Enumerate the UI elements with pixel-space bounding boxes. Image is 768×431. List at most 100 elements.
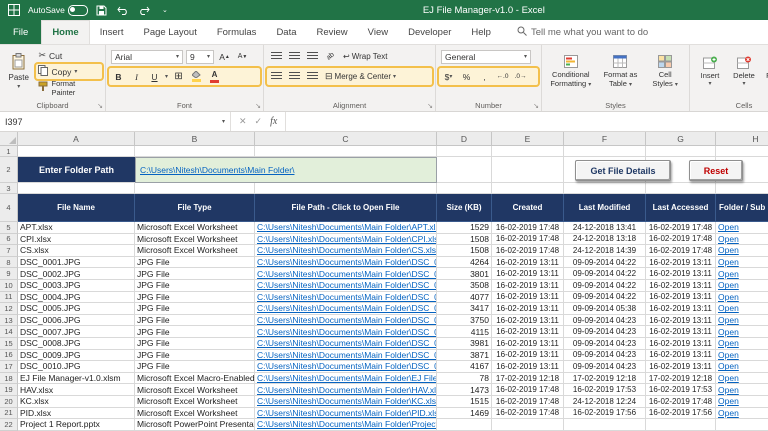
cell-last-accessed[interactable]: 16-02-2019 13:11	[646, 291, 716, 304]
cell-file-name[interactable]: DSC_0009.JPG	[18, 349, 135, 362]
column-header[interactable]: D	[437, 132, 492, 146]
cell-file-type[interactable]: JPG File	[135, 349, 255, 362]
cell-file-type[interactable]: Microsoft Excel Worksheet	[135, 395, 255, 408]
tab-page-layout[interactable]: Page Layout	[133, 20, 206, 44]
row-header[interactable]: 16	[0, 349, 18, 362]
cell-open-link[interactable]: Open	[716, 222, 768, 234]
cell-file-path-link[interactable]: C:\Users\Nitesh\Documents\Main Folder\DS…	[255, 361, 437, 373]
cell-created[interactable]: 16-02-2019 13:11	[492, 326, 564, 338]
cell-styles-button[interactable]: Cell Styles ▾	[644, 48, 686, 96]
decrease-decimal-icon[interactable]: .0→	[513, 70, 528, 83]
cell-file-path-link[interactable]: C:\Users\Nitesh\Documents\Main Folder\PI…	[255, 407, 437, 420]
cell-file-path-link[interactable]: C:\Users\Nitesh\Documents\Main Folder\DS…	[255, 337, 437, 350]
cell-last-modified[interactable]: 16-02-2019 17:56	[564, 407, 646, 420]
tab-view[interactable]: View	[358, 20, 398, 44]
column-header[interactable]: B	[135, 132, 255, 146]
row-header[interactable]: 3	[0, 183, 18, 194]
format-as-table-button[interactable]: Format as Table ▾	[597, 48, 645, 96]
conditional-formatting-button[interactable]: Conditional Formatting ▾	[545, 48, 597, 96]
column-header[interactable]: G	[646, 132, 716, 146]
cell-open-link[interactable]: Open	[716, 338, 768, 350]
cell-created[interactable]: 16-02-2019 13:11	[492, 361, 564, 373]
qat-customize-icon[interactable]: ⌄	[158, 3, 172, 17]
cell-file-path-link[interactable]: C:\Users\Nitesh\Documents\Main Folder\CP…	[255, 233, 437, 246]
tab-file[interactable]: File	[0, 20, 42, 44]
cell-file-type[interactable]: JPG File	[135, 337, 255, 350]
cell-created[interactable]: 16-02-2019 13:11	[492, 256, 564, 269]
align-center-icon[interactable]	[287, 70, 302, 83]
cell-file-name[interactable]: Project 1 Report.pptx	[18, 419, 135, 431]
cell-file-type[interactable]: JPG File	[135, 303, 255, 315]
cell-last-modified[interactable]: 24-12-2018 13:41	[564, 222, 646, 234]
row-header[interactable]: 12	[0, 303, 18, 315]
wrap-text-button[interactable]: ↩ Wrap Text	[341, 49, 389, 64]
cell-file-name[interactable]: DSC_0001.JPG	[18, 256, 135, 269]
font-size-combo[interactable]: 9 ▾	[186, 49, 214, 64]
row-header[interactable]: 9	[0, 268, 18, 280]
row-header[interactable]: 17	[0, 361, 18, 373]
cell-file-name[interactable]: DSC_0004.JPG	[18, 291, 135, 304]
cell-created[interactable]	[492, 419, 564, 431]
cell-size[interactable]: 4167	[437, 361, 492, 373]
number-format-combo[interactable]: General ▾	[441, 49, 531, 64]
cell-last-modified[interactable]: 09-09-2014 04:22	[564, 279, 646, 292]
cell-open-link[interactable]: Open	[716, 292, 768, 304]
row-header[interactable]: 8	[0, 256, 18, 269]
cell-size[interactable]: 3871	[437, 349, 492, 362]
cell-last-accessed[interactable]: 16-02-2019 17:48	[646, 222, 716, 234]
row-header[interactable]: 22	[0, 419, 18, 431]
cell-size[interactable]: 1508	[437, 245, 492, 257]
borders-icon[interactable]: ⊞	[171, 70, 186, 83]
increase-font-icon[interactable]: A ▲	[217, 50, 232, 63]
cell-file-path-link[interactable]: C:\Users\Nitesh\Documents\Main Folder\Pr…	[255, 419, 437, 431]
cell-file-path-link[interactable]: C:\Users\Nitesh\Documents\Main Folder\DS…	[255, 268, 437, 280]
tab-home[interactable]: Home	[41, 20, 90, 44]
empty-cell[interactable]	[646, 183, 716, 194]
header-created[interactable]: Created	[492, 194, 564, 222]
cell-size[interactable]: 3981	[437, 337, 492, 350]
cell-open-link[interactable]: Open	[716, 257, 768, 269]
decrease-font-icon[interactable]: A ▼	[235, 50, 250, 63]
cell-file-path-link[interactable]: C:\Users\Nitesh\Documents\Main Folder\KC…	[255, 395, 437, 408]
cell-size[interactable]: 3508	[437, 279, 492, 292]
cell-last-accessed[interactable]: 16-02-2019 17:48	[646, 245, 716, 257]
cell-last-modified[interactable]: 09-09-2014 04:23	[564, 337, 646, 350]
format-cells-button[interactable]: Format ▾	[761, 48, 768, 96]
align-left-icon[interactable]	[269, 70, 284, 83]
cancel-icon[interactable]: ✕	[239, 116, 247, 127]
cell-file-path-link[interactable]: C:\Users\Nitesh\Documents\Main Folder\DS…	[255, 291, 437, 304]
cell-created[interactable]: 16-02-2019 17:48	[492, 384, 564, 396]
cell-open-link[interactable]: Open	[716, 245, 768, 257]
cell-size[interactable]: 1529	[437, 222, 492, 234]
row-header[interactable]: 2	[0, 157, 18, 183]
cell-file-path-link[interactable]: C:\Users\Nitesh\Documents\Main Folder\DS…	[255, 314, 437, 327]
cell-file-type[interactable]: JPG File	[135, 361, 255, 373]
font-name-combo[interactable]: Arial ▾	[111, 49, 183, 64]
cell-last-modified[interactable]: 09-09-2014 05:38	[564, 303, 646, 315]
row-header[interactable]: 13	[0, 314, 18, 327]
cell-open-link[interactable]: Open	[716, 303, 768, 315]
empty-cell[interactable]	[492, 146, 564, 157]
cell-file-type[interactable]: JPG File	[135, 268, 255, 280]
row-header[interactable]: 1	[0, 146, 18, 157]
empty-cell[interactable]	[492, 157, 564, 183]
cell-file-name[interactable]: CPI.xlsx	[18, 233, 135, 246]
cell-last-accessed[interactable]: 16-02-2019 13:11	[646, 361, 716, 373]
header-file-type[interactable]: File Type	[135, 194, 255, 222]
cell-last-modified[interactable]: 09-09-2014 04:22	[564, 291, 646, 304]
cell-last-modified[interactable]: 24-12-2018 14:39	[564, 245, 646, 257]
cell-last-accessed[interactable]: 16-02-2019 13:11	[646, 256, 716, 269]
align-top-icon[interactable]	[269, 50, 284, 63]
cell-file-name[interactable]: DSC_0005.JPG	[18, 303, 135, 315]
tab-help[interactable]: Help	[461, 20, 501, 44]
row-header[interactable]: 14	[0, 326, 18, 338]
cell-file-type[interactable]: Microsoft Excel Worksheet	[135, 245, 255, 257]
cell-size[interactable]: 1469	[437, 407, 492, 420]
cell-last-accessed[interactable]: 16-02-2019 17:56	[646, 407, 716, 420]
row-header[interactable]: 11	[0, 291, 18, 304]
cell-last-accessed[interactable]: 16-02-2019 17:53	[646, 384, 716, 396]
cell-file-name[interactable]: HAV.xlsx	[18, 384, 135, 396]
header-file-path[interactable]: File Path - Click to Open File	[255, 194, 437, 222]
insert-cells-button[interactable]: Insert ▾	[693, 48, 727, 96]
column-header[interactable]: E	[492, 132, 564, 146]
